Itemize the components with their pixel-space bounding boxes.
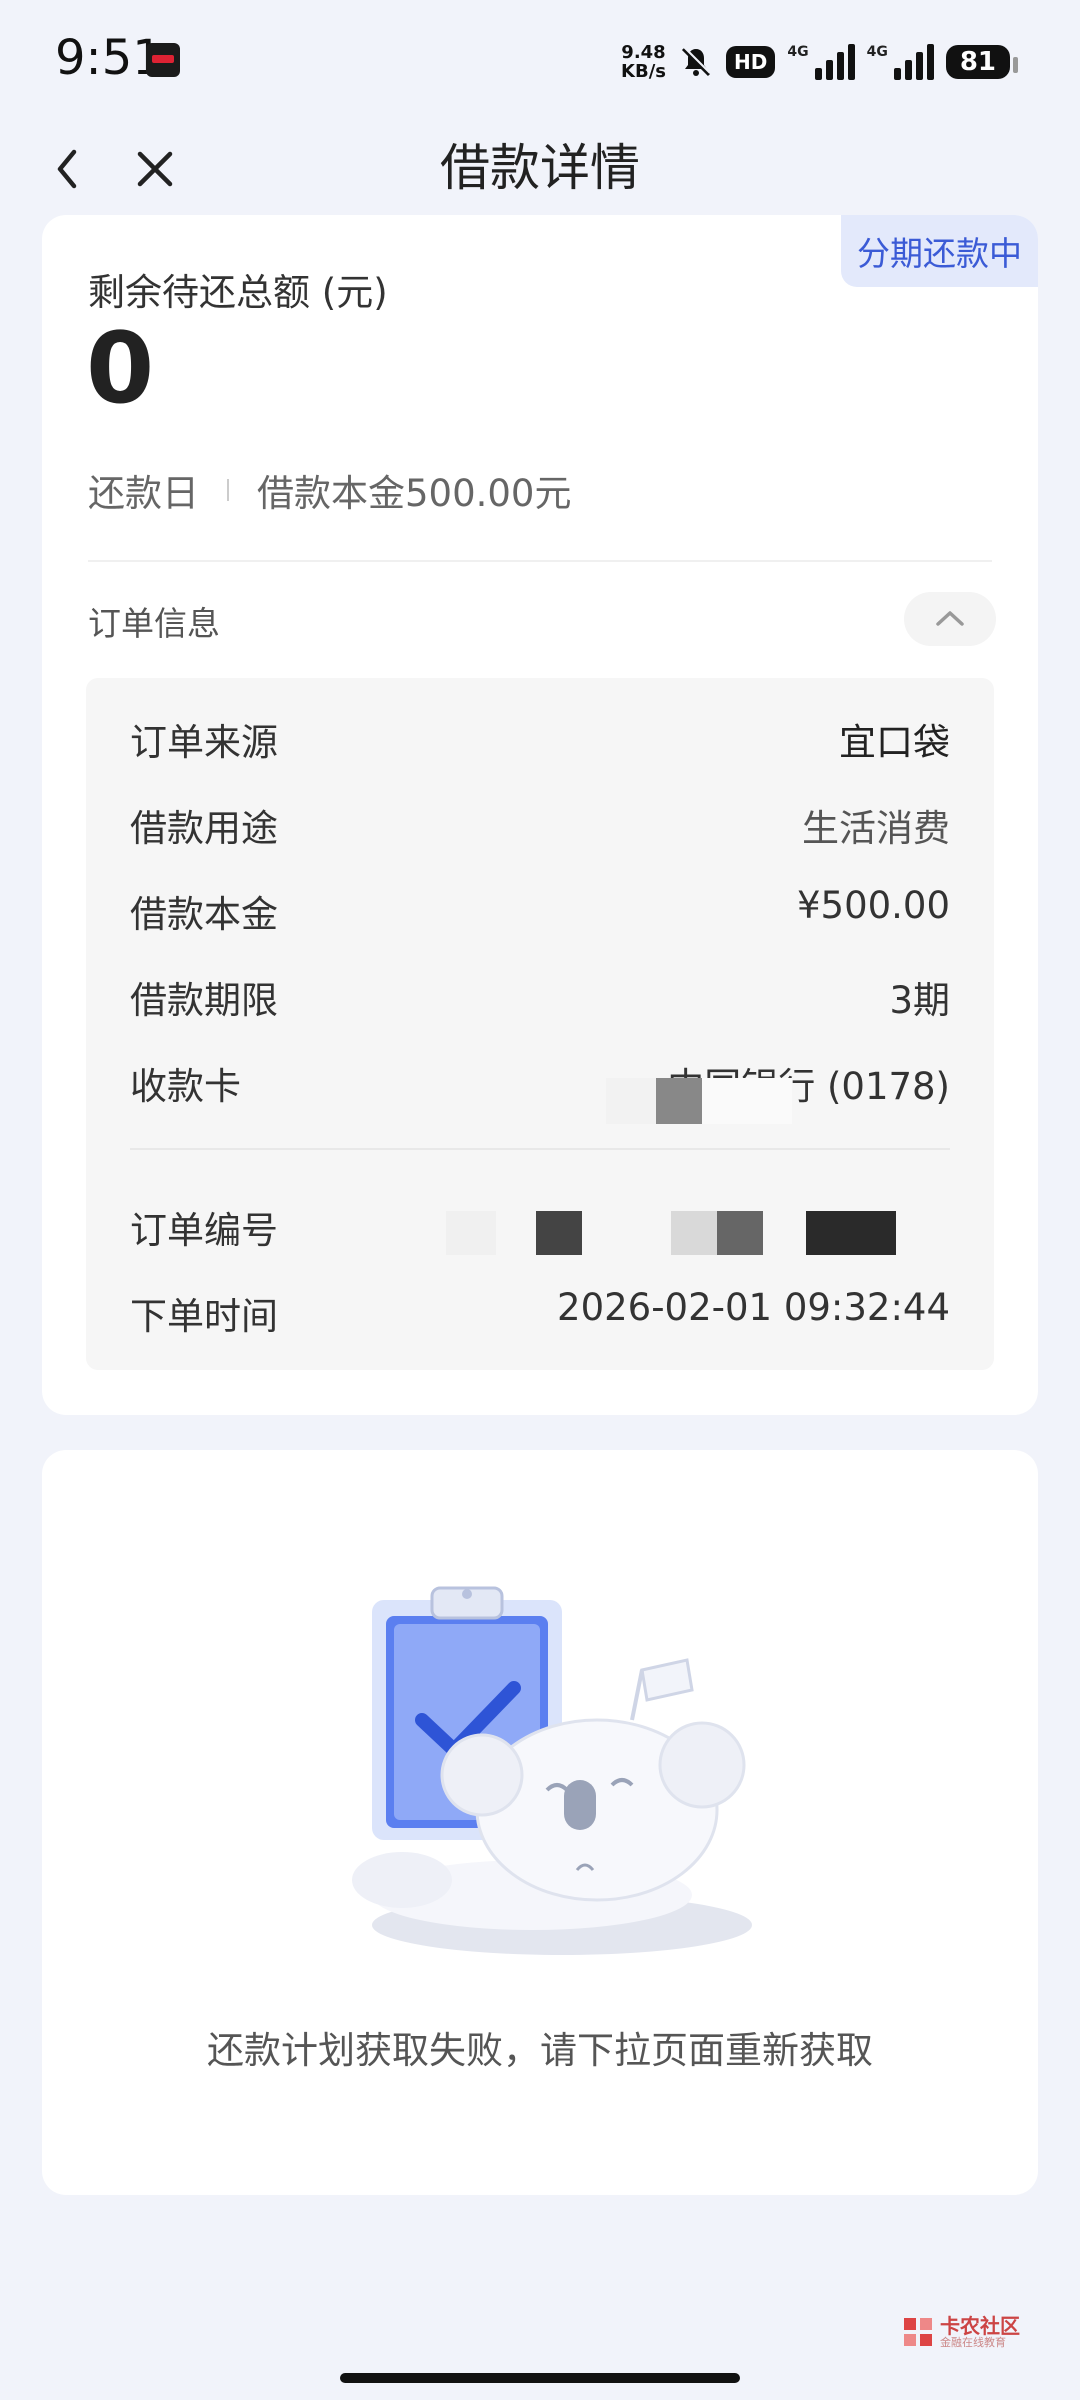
redaction-block	[717, 1211, 763, 1255]
home-indicator[interactable]	[340, 2373, 740, 2383]
network-type-1: 4G	[787, 44, 809, 60]
watermark: 卡农社区 金融在线教育	[900, 2310, 1030, 2354]
redaction-block	[806, 1211, 896, 1255]
divider	[88, 560, 992, 562]
empty-state-message: 还款计划获取失败，请下拉页面重新获取	[207, 2029, 873, 2072]
page-title: 借款详情	[440, 139, 640, 197]
battery-icon: 81	[945, 45, 1019, 79]
status-bar: 9:51 9.48 KB/s HD 4G 4G 81	[0, 0, 1080, 120]
redaction-block	[702, 1078, 792, 1124]
info-divider	[130, 1148, 950, 1150]
network-speed-unit: KB/s	[621, 61, 666, 82]
loan-summary-card: 分期还款中 剩余待还总额 (元) 0 还款日 借款本金500.00元 订单信息 …	[42, 215, 1038, 1415]
mute-bell-icon	[681, 46, 711, 77]
network-type-2: 4G	[866, 44, 888, 60]
info-value: 2026-02-01 09:32:44	[557, 1286, 950, 1329]
info-row-purpose: 借款用途 生活消费	[130, 798, 950, 858]
info-key: 收款卡	[130, 1065, 241, 1108]
empty-state-koala-illustration	[352, 1586, 752, 1955]
network-speed: 9.48 KB/s	[621, 43, 666, 81]
info-key: 订单编号	[130, 1209, 278, 1252]
repay-plan-card: 还款计划获取失败，请下拉页面重新获取	[42, 1450, 1038, 2195]
info-value: 生活消费	[802, 807, 950, 850]
info-value: 宜口袋	[839, 721, 950, 764]
info-value: 3期	[889, 979, 950, 1022]
signal-icon-sim1: 4G	[787, 44, 855, 80]
collapse-button[interactable]	[904, 592, 996, 646]
redaction-block	[656, 1078, 702, 1124]
info-key: 借款期限	[130, 979, 278, 1022]
subline-separator	[227, 479, 229, 501]
redaction-block	[446, 1211, 496, 1255]
info-row-order-time: 下单时间 2026-02-01 09:32:44	[130, 1286, 950, 1346]
status-indicators: 9.48 KB/s HD 4G 4G 81	[621, 40, 1019, 84]
info-key: 借款本金	[130, 893, 278, 936]
remaining-amount-value: 0	[86, 312, 155, 426]
info-row-principal: 借款本金 ¥500.00	[130, 884, 950, 944]
network-speed-value: 9.48	[621, 42, 666, 63]
info-row-source: 订单来源 宜口袋	[130, 712, 950, 772]
watermark-subtext: 金融在线教育	[940, 2336, 1006, 2349]
nav-bar: 借款详情	[0, 120, 1080, 220]
info-row-term: 借款期限 3期	[130, 970, 950, 1030]
info-value: ¥500.00	[796, 884, 950, 927]
info-key: 订单来源	[130, 721, 278, 764]
hd-badge: HD	[726, 46, 776, 78]
app-notification-icon	[146, 43, 180, 77]
redaction-block	[671, 1211, 717, 1255]
info-row-card: 收款卡 中国银行 (0178)	[130, 1056, 950, 1116]
repay-day-label: 还款日	[88, 472, 199, 515]
status-badge: 分期还款中	[841, 215, 1038, 287]
info-key: 下单时间	[130, 1295, 278, 1338]
remaining-amount-label: 剩余待还总额 (元)	[88, 271, 388, 314]
redaction-block	[606, 1078, 656, 1124]
loan-subline: 还款日 借款本金500.00元	[88, 463, 571, 517]
order-info-box: 订单来源 宜口袋 借款用途 生活消费 借款本金 ¥500.00 借款期限 3期 …	[86, 678, 994, 1370]
chevron-up-icon	[936, 611, 964, 626]
signal-icon-sim2: 4G	[867, 44, 934, 80]
info-key: 借款用途	[130, 807, 278, 850]
redaction-block	[536, 1211, 582, 1255]
watermark-logo-icon	[904, 2318, 932, 2346]
order-info-title: 订单信息	[88, 604, 220, 643]
principal-summary: 借款本金500.00元	[257, 472, 572, 515]
